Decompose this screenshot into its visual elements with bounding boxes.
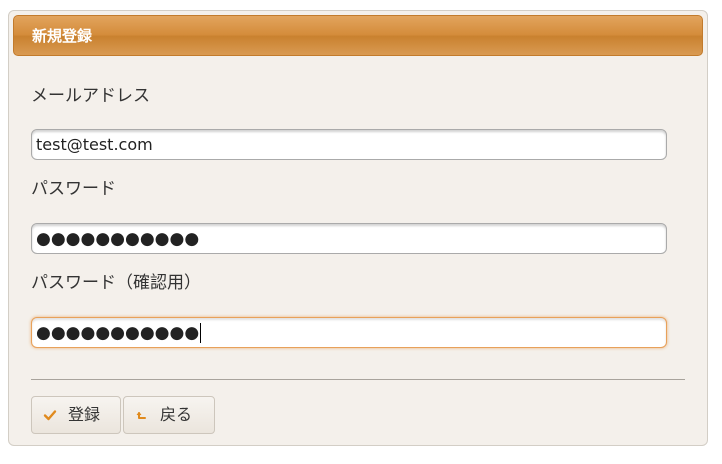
password-confirm-field[interactable]: ●●●●●●●●●●●: [31, 317, 667, 348]
panel-header: 新規登録: [13, 15, 703, 56]
panel-title: 新規登録: [32, 27, 93, 45]
password-confirm-masked-value: ●●●●●●●●●●●: [36, 323, 202, 343]
back-button[interactable]: 戻る: [123, 396, 215, 434]
password-confirm-label: パスワード（確認用）: [31, 273, 201, 293]
registration-panel: 新規登録 メールアドレス パスワード ●●●●●●●●●●● パスワード（確認用…: [8, 10, 708, 446]
email-label: メールアドレス: [31, 86, 150, 106]
register-button[interactable]: 登録: [31, 396, 121, 434]
checkmark-icon: [42, 407, 58, 423]
email-field[interactable]: [31, 129, 667, 160]
password-masked-value: ●●●●●●●●●●●: [36, 229, 200, 249]
divider: [31, 379, 685, 380]
back-button-label: 戻る: [160, 405, 193, 424]
register-button-label: 登録: [68, 405, 101, 424]
text-caret: [200, 323, 202, 343]
password-label: パスワード: [31, 179, 116, 199]
password-field[interactable]: ●●●●●●●●●●●: [31, 223, 667, 254]
return-arrow-icon: [134, 407, 150, 423]
